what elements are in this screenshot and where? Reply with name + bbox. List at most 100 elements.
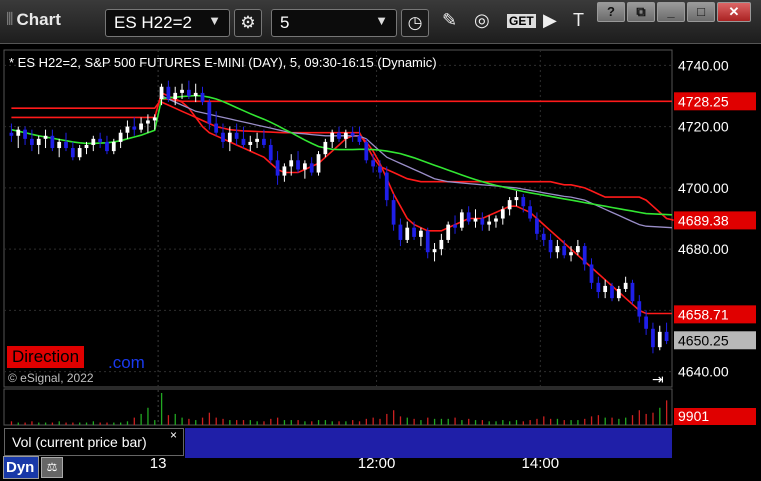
volume-bar	[160, 393, 163, 425]
volume-bar	[263, 421, 265, 425]
volume-bar	[536, 418, 538, 425]
candle-body	[43, 135, 48, 139]
volume-bar	[24, 422, 26, 425]
price-chart[interactable]: 4740.004720.004700.004680.004660.004640.…	[0, 44, 761, 481]
volume-bar	[58, 421, 60, 425]
volume-bar	[222, 418, 224, 425]
settings-icon[interactable]: ⚙	[234, 9, 262, 37]
close-icon[interactable]: ×	[170, 428, 177, 442]
scale-icon[interactable]: ⚖	[41, 457, 63, 478]
volume-bar	[433, 418, 436, 425]
y-tick-label: 4680.00	[678, 241, 729, 257]
volume-bar	[290, 420, 292, 425]
candle-body	[23, 129, 27, 139]
candle-body	[180, 89, 184, 93]
study-icon[interactable]: ◎	[474, 10, 490, 31]
volume-bar	[338, 421, 340, 425]
candle-body	[384, 172, 389, 201]
close-icon[interactable]: ✕	[717, 2, 751, 22]
volume-bar	[638, 410, 640, 425]
volume-bar	[283, 420, 286, 425]
volume-bar	[604, 417, 606, 425]
minimize-icon[interactable]: _	[657, 2, 685, 22]
candle-body	[343, 132, 348, 139]
maximize-icon[interactable]: □	[687, 2, 715, 22]
symbol-input[interactable]: ES H22=2 ▼	[105, 9, 230, 37]
candle-body	[50, 135, 55, 149]
candle-body	[248, 141, 253, 145]
grip-icon[interactable]: ⦀	[6, 10, 13, 29]
chevron-down-icon[interactable]: ▼	[375, 13, 388, 28]
volume-bar	[79, 422, 81, 425]
candle-body	[528, 206, 532, 219]
volume-bar	[270, 418, 272, 425]
y-tick-label: 4640.00	[678, 364, 729, 380]
chart-header: * ES H22=2, S&P 500 FUTURES E-MINI (DAY)…	[9, 55, 437, 70]
volume-bar	[597, 415, 600, 425]
candle-body	[623, 282, 628, 289]
candle-body	[57, 141, 62, 149]
volume-footer-band	[185, 428, 672, 458]
volume-bar	[72, 422, 74, 425]
volume-bar	[147, 407, 149, 425]
volume-bar	[406, 417, 408, 425]
volume-bar	[549, 418, 552, 425]
volume-bar	[618, 418, 620, 425]
volume-bar	[509, 421, 511, 425]
play-icon[interactable]: ▶	[543, 10, 557, 31]
volume-bar	[488, 421, 490, 425]
candle-body	[221, 132, 225, 142]
text-tool-icon[interactable]: T	[573, 10, 584, 31]
candle-body	[227, 132, 232, 142]
x-tick-label: 12:00	[358, 455, 396, 472]
candle-body	[241, 138, 246, 145]
clock-icon[interactable]: ◷	[401, 9, 429, 37]
volume-bar	[304, 421, 306, 425]
dynamic-button[interactable]: Dyn	[3, 456, 39, 479]
candle-body	[616, 288, 621, 299]
volume-bar	[461, 420, 463, 425]
app-title: ⦀ Chart	[6, 10, 61, 30]
volume-bar	[208, 412, 211, 425]
candle-body	[146, 120, 150, 124]
restore-icon[interactable]: ⧉	[627, 2, 655, 22]
candle-body	[152, 117, 157, 121]
volume-bar	[365, 418, 367, 425]
volume-bar	[195, 420, 197, 425]
volume-bar	[17, 422, 19, 425]
volume-bar	[113, 422, 115, 425]
candle-body	[77, 148, 82, 158]
chevron-down-icon[interactable]: ▼	[208, 13, 221, 28]
copyright: © eSignal, 2022	[8, 371, 94, 385]
candle-body	[500, 209, 505, 219]
direction-watermark: Direction	[7, 346, 85, 368]
scroll-end-icon[interactable]: ⇥	[652, 372, 664, 388]
app-title-label: Chart	[16, 10, 61, 29]
volume-bar	[38, 422, 40, 425]
volume-bar	[392, 410, 395, 425]
price-flag-label: 4650.25	[678, 332, 729, 348]
volume-bar	[181, 417, 183, 425]
draw-pen-icon[interactable]: ✎	[442, 10, 457, 31]
candle-body	[651, 328, 655, 348]
volume-flag-label: 9901	[678, 408, 709, 424]
volume-bar	[652, 412, 654, 425]
candle-body	[425, 230, 430, 253]
volume-pane	[3, 388, 673, 426]
interval-select[interactable]: 5 ▼	[271, 9, 397, 37]
volume-bar	[372, 417, 374, 425]
volume-bar	[590, 416, 593, 425]
get-icon[interactable]: GET	[507, 14, 536, 28]
candle-body	[166, 86, 171, 100]
candle-body	[64, 141, 68, 149]
help-icon[interactable]: ?	[597, 2, 625, 22]
volume-bar	[229, 420, 231, 425]
price-flag-label: 4658.71	[678, 306, 729, 322]
candle-body	[125, 126, 130, 133]
candle-body	[548, 239, 553, 253]
candle-body	[234, 132, 239, 139]
candle-body	[9, 132, 14, 136]
candle-body	[357, 135, 362, 142]
candle-body	[118, 132, 123, 142]
volume-bar	[454, 417, 456, 425]
